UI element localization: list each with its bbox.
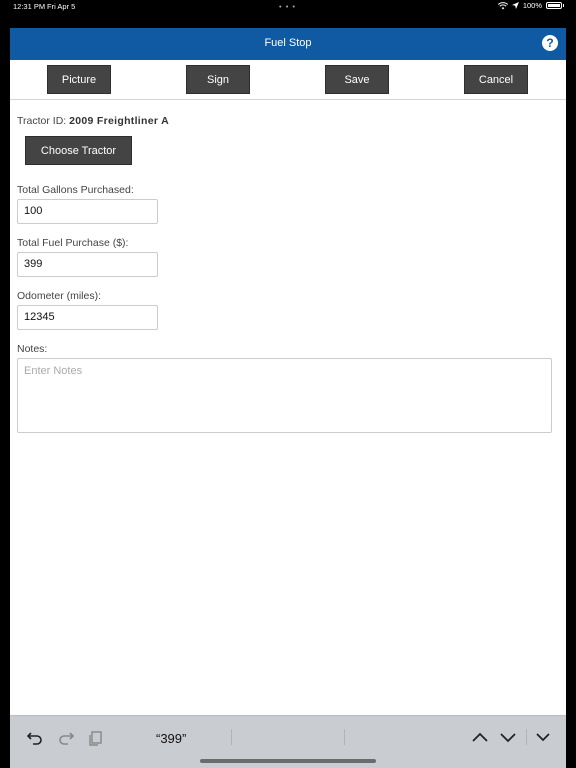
paste-icon[interactable]: [86, 727, 106, 747]
sign-button[interactable]: Sign: [186, 65, 250, 94]
autocorrect-suggestion[interactable]: “399”: [156, 731, 186, 746]
redo-icon[interactable]: [56, 727, 76, 747]
notes-textarea[interactable]: Enter Notes: [17, 358, 552, 433]
battery-icon: [546, 2, 562, 9]
odometer-input[interactable]: 12345: [17, 305, 158, 330]
status-indicators: 100%: [497, 1, 564, 10]
chevron-up-icon[interactable]: [470, 727, 490, 747]
picture-button[interactable]: Picture: [47, 65, 111, 94]
status-time: 12:31 PM: [13, 2, 46, 11]
status-bar: 12:31 PM Fri Apr 5 • • • 100%: [0, 0, 576, 28]
page-title: Fuel Stop: [264, 37, 312, 49]
multitasking-dots-icon: • • •: [279, 2, 297, 11]
help-icon[interactable]: ?: [542, 35, 558, 51]
tractor-id-label: Tractor ID:: [17, 115, 67, 127]
fuel-purchase-label: Total Fuel Purchase ($):: [17, 237, 129, 249]
hide-keyboard-icon[interactable]: [533, 727, 553, 747]
cancel-button[interactable]: Cancel: [464, 65, 528, 94]
battery-percent: 100%: [522, 1, 542, 10]
wifi-icon: [497, 1, 508, 9]
title-bar: Fuel Stop ?: [10, 28, 566, 60]
location-icon: [511, 2, 519, 9]
status-date: Fri Apr 5: [47, 2, 76, 11]
action-toolbar: Picture Sign Save Cancel: [10, 60, 566, 100]
undo-icon[interactable]: [25, 727, 45, 747]
suggestion-separator: [344, 729, 345, 745]
chevron-down-icon[interactable]: [498, 727, 518, 747]
fuel-purchase-input[interactable]: 399: [17, 252, 158, 277]
tractor-id-value: 2009 Freightliner A: [69, 115, 169, 127]
gallons-input[interactable]: 100: [17, 199, 158, 224]
battery-tip: [563, 4, 564, 7]
odometer-label: Odometer (miles):: [17, 290, 102, 302]
home-indicator[interactable]: [200, 759, 376, 763]
app-window: Fuel Stop ? Picture Sign Save Cancel Tra…: [10, 28, 566, 768]
gallons-label: Total Gallons Purchased:: [17, 184, 134, 196]
suggestion-separator: [231, 729, 232, 745]
save-button[interactable]: Save: [325, 65, 389, 94]
choose-tractor-button[interactable]: Choose Tractor: [25, 136, 132, 165]
notes-label: Notes:: [17, 343, 48, 355]
toolbar-separator: [526, 729, 527, 745]
fuel-stop-form: Tractor ID: 2009 Freightliner A Choose T…: [10, 100, 566, 715]
tractor-id-line: Tractor ID: 2009 Freightliner A: [17, 115, 169, 127]
